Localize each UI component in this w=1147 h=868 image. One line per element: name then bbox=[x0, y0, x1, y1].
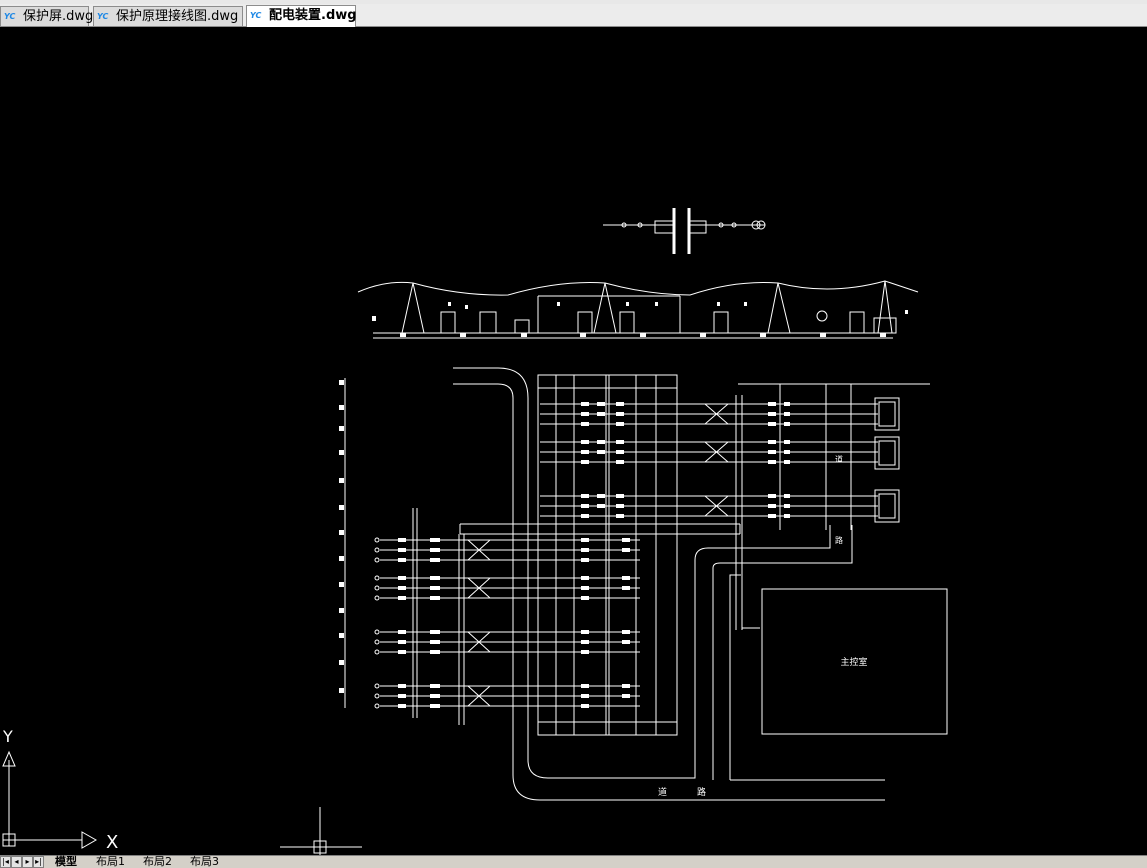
first-layout-icon[interactable]: |◂ bbox=[0, 856, 11, 868]
road-label-v2: 道 bbox=[835, 454, 843, 464]
tab-label: 保护屏.dwg bbox=[23, 9, 94, 24]
next-layout-icon[interactable]: ▸ bbox=[22, 856, 33, 868]
road-label-h1: 道 bbox=[658, 786, 667, 798]
main-bus-frame bbox=[459, 374, 741, 736]
tab-layout3[interactable]: 布局3 bbox=[190, 856, 219, 868]
last-layout-icon[interactable]: ▸| bbox=[33, 856, 44, 868]
road-label-h2: 路 bbox=[697, 786, 706, 798]
tab-label: 配电装置.dwg bbox=[269, 8, 357, 23]
yc-cad-file-icon: YC bbox=[97, 12, 109, 21]
yc-cad-file-icon: YC bbox=[250, 11, 262, 20]
drawing-canvas[interactable]: 主控室 道 路 路 道 Y X bbox=[0, 27, 1147, 855]
single-line-diagram bbox=[603, 208, 766, 254]
tab-protection-panel[interactable]: YC 保护屏.dwg bbox=[0, 6, 93, 26]
prev-layout-icon[interactable]: ◂ bbox=[11, 856, 22, 868]
tab-layout2[interactable]: 布局2 bbox=[143, 856, 172, 868]
bays-lower-left bbox=[374, 508, 640, 725]
tab-layout1[interactable]: 布局1 bbox=[96, 856, 125, 868]
switchyard-elevation bbox=[357, 280, 919, 339]
layout-tab-bar: |◂ ◂ ▸ ▸| 模型 布局1 布局2 布局3 bbox=[0, 855, 1147, 868]
document-tab-bar: YC 保护屏.dwg YC 保护原理接线图.dwg YC 配电装置.dwg bbox=[0, 4, 1147, 27]
road-label-v1: 路 bbox=[835, 535, 843, 545]
crosshair-cursor bbox=[280, 807, 362, 855]
tab-model[interactable]: 模型 bbox=[55, 856, 77, 868]
ucs-icon bbox=[2, 750, 98, 849]
scale-ruler bbox=[339, 378, 346, 708]
ucs-y-label: Y bbox=[2, 727, 13, 746]
tab-switchgear[interactable]: YC 配电装置.dwg bbox=[246, 5, 357, 27]
tab-label: 保护原理接线图.dwg bbox=[116, 9, 239, 24]
bays-upper-right bbox=[540, 383, 930, 630]
room-label: 主控室 bbox=[840, 656, 867, 668]
tab-protection-schematic[interactable]: YC 保护原理接线图.dwg bbox=[93, 6, 243, 26]
ucs-x-label: X bbox=[106, 832, 118, 853]
yc-cad-file-icon: YC bbox=[4, 12, 16, 21]
